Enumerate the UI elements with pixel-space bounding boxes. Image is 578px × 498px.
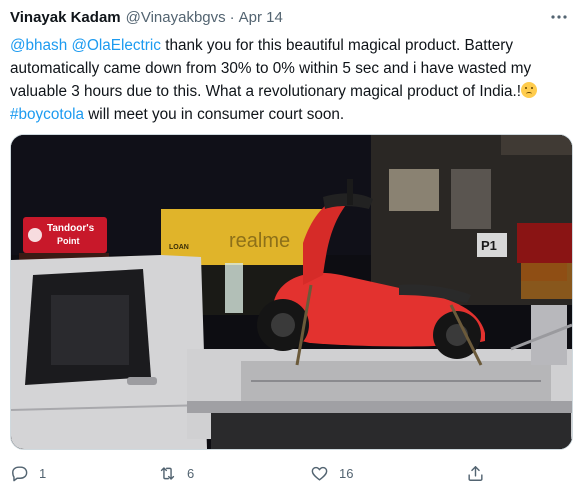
- hashtag-boycotola[interactable]: #boycotola: [10, 106, 84, 123]
- more-icon[interactable]: [548, 6, 570, 28]
- mention-olaelectric[interactable]: @OlaElectric: [71, 37, 160, 54]
- share-icon: [468, 465, 483, 481]
- reply-count: 1: [39, 465, 47, 481]
- tweet-photo[interactable]: P1 Tandoor's Point realme LOAN: [10, 134, 573, 450]
- reply-button[interactable]: 1: [10, 458, 46, 488]
- tweet-card[interactable]: Vinayak Kadam @Vinayakbgvs · Apr 14 @bha…: [0, 0, 578, 498]
- loan-sign: LOAN: [169, 244, 189, 251]
- like-count: 16: [339, 465, 354, 481]
- retweet-icon: [160, 466, 175, 480]
- mention-bhash[interactable]: @bhash: [10, 37, 67, 54]
- realme-sign: realme: [229, 230, 290, 252]
- author-handle[interactable]: @Vinayakbgvs: [126, 9, 226, 26]
- tweet-text-part2: will meet you in consumer court soon.: [84, 106, 345, 123]
- crying-face-emoji-icon: [521, 82, 538, 98]
- tweet-actions: 1 6 16: [10, 458, 570, 488]
- author-name[interactable]: Vinayak Kadam: [10, 9, 121, 26]
- tweet-header: Vinayak Kadam @Vinayakbgvs · Apr 14: [10, 4, 570, 30]
- photo-scene: P1 Tandoor's Point realme LOAN: [11, 135, 572, 449]
- like-icon: [311, 466, 328, 481]
- restaurant-sign-line1: Tandoor's: [47, 223, 95, 234]
- retweet-button[interactable]: 6: [158, 458, 194, 488]
- like-button[interactable]: 16: [310, 458, 353, 488]
- header-separator: ·: [229, 8, 235, 26]
- tweet-text: @bhash @OlaElectric thank you for this b…: [10, 34, 565, 126]
- reply-icon: [12, 465, 28, 481]
- share-button[interactable]: [466, 458, 495, 488]
- parking-sign: P1: [481, 238, 497, 253]
- retweet-count: 6: [187, 465, 195, 481]
- tweet-date[interactable]: Apr 14: [239, 9, 283, 26]
- restaurant-sign-line2: Point: [57, 236, 80, 246]
